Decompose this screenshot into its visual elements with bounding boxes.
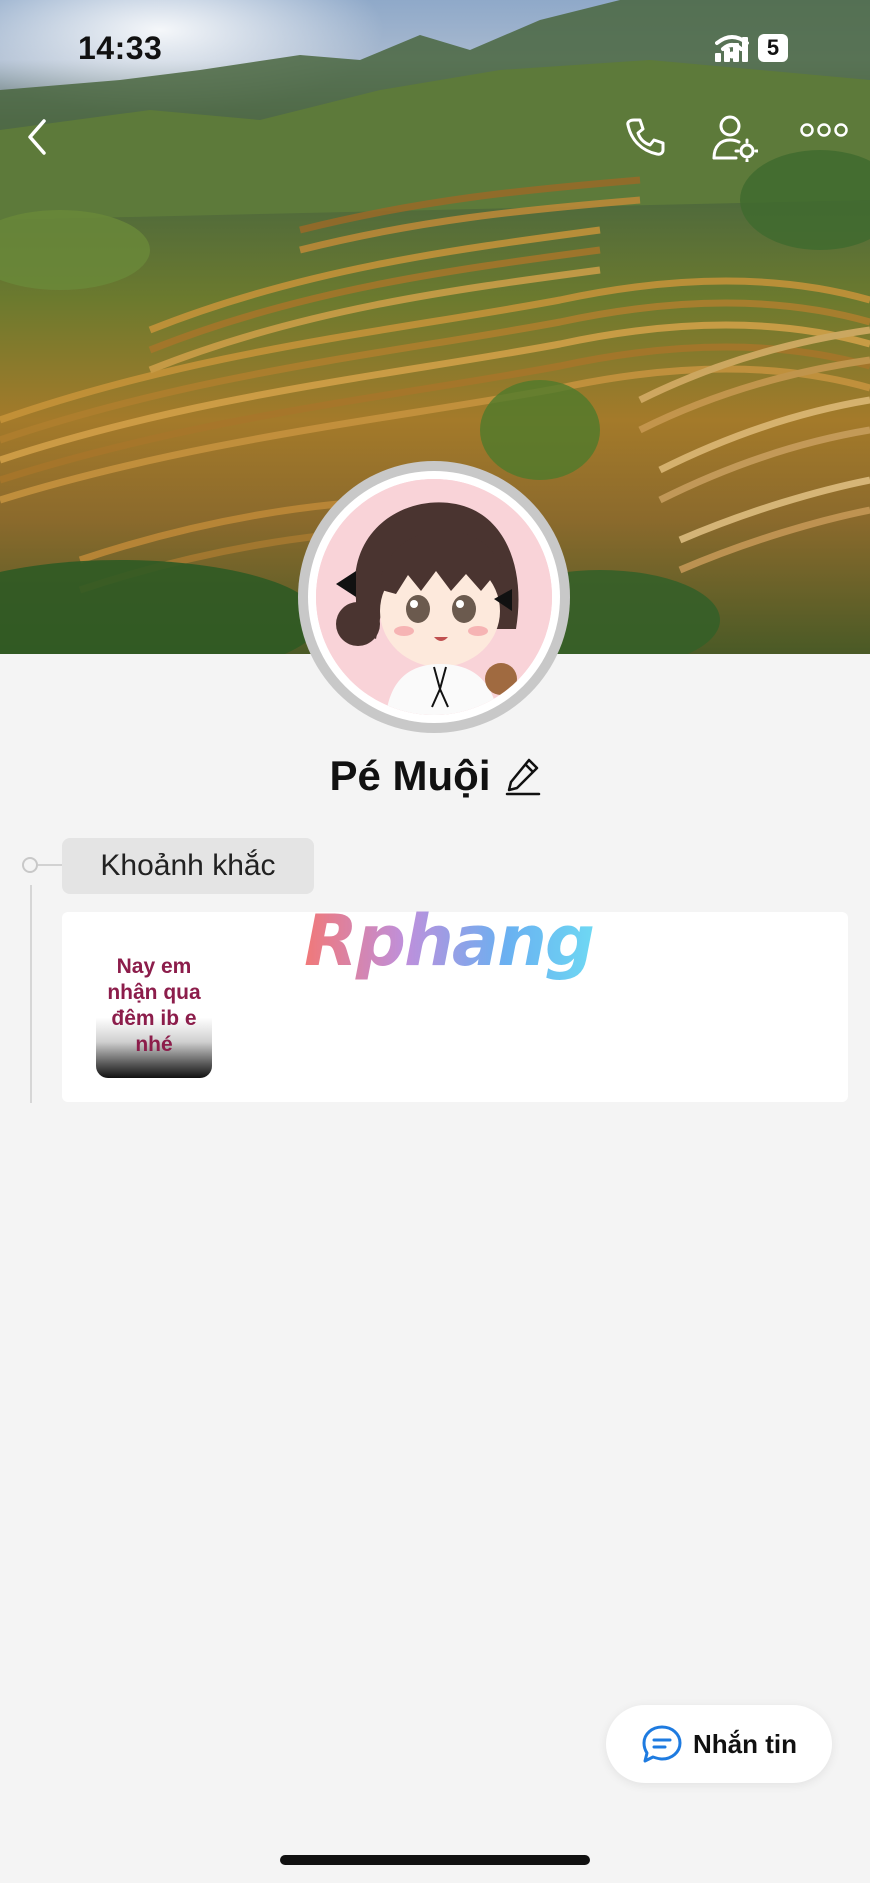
battery-icon: 5 [758, 34, 788, 62]
phone-icon [626, 118, 665, 156]
chat-bubble-icon [642, 1725, 682, 1763]
user-settings-icon [712, 115, 758, 162]
moments-tag[interactable]: Khoảnh khắc [62, 838, 314, 894]
wifi-icon [715, 35, 749, 59]
edit-name-button[interactable] [505, 756, 541, 796]
status-time: 14:33 [78, 30, 163, 66]
call-button[interactable] [624, 116, 672, 164]
home-indicator[interactable] [280, 1855, 590, 1865]
story-thumbnail[interactable]: Nay em nhận qua đêm ib e nhé [96, 934, 212, 1078]
avatar-illustration [316, 479, 552, 715]
watermark-logo: Rphang [304, 900, 595, 982]
avatar[interactable] [298, 461, 570, 733]
status-icons: 5 [715, 34, 788, 62]
message-button[interactable]: Nhắn tin [606, 1705, 832, 1783]
more-dots-icon [800, 123, 848, 137]
profile-settings-button[interactable] [712, 114, 762, 166]
more-button[interactable] [800, 122, 852, 158]
pencil-icon [505, 758, 540, 796]
profile-name-row: Pé Muội [0, 752, 870, 800]
message-button-label: Nhắn tin [693, 1728, 797, 1759]
story-text: Nay em nhận qua đêm ib e nhé [107, 955, 201, 1056]
timeline-line [30, 885, 32, 1103]
profile-name: Pé Muội [329, 752, 491, 799]
back-button[interactable] [26, 118, 66, 162]
timeline-dot [22, 857, 38, 873]
timeline-connector [38, 864, 62, 866]
back-arrow-icon [28, 119, 46, 155]
